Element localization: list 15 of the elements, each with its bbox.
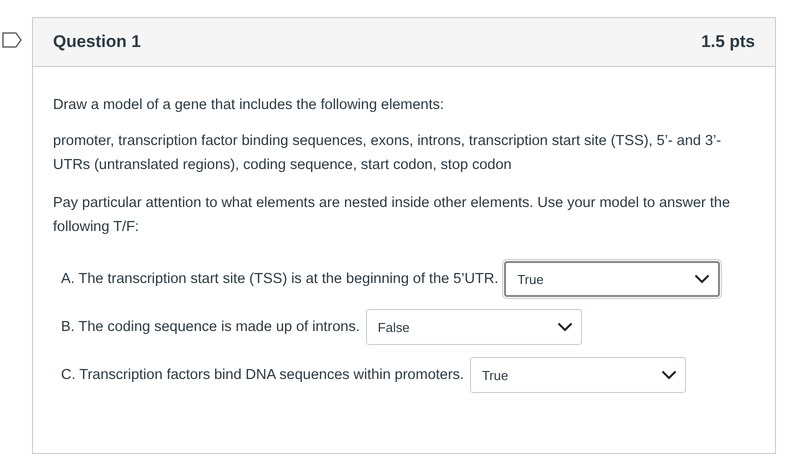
chevron-down-icon [660,370,677,380]
statement-text: C. Transcription factors bind DNA sequences within promoters. [61,367,464,383]
question-title: Question 1 [53,32,141,52]
answer-dropdown[interactable]: True [504,261,720,297]
answer-dropdown[interactable]: True [470,357,686,393]
points-label: 1.5 pts [701,32,755,52]
answer-dropdown[interactable]: False [366,309,582,345]
question-text: promoter, transcription factor binding sequences, exons, introns, transcription start site (TSS), 5’- and 3’-UTRs (untranslated regions), coding sequence, start codon, stop codon [53,132,722,175]
chevron-down-icon [694,274,710,284]
statement-text: A. The transcription start site (TSS) is at the beginning of the 5’UTR. [61,271,498,287]
question-text: Draw a model of a gene that includes the following elements: [53,96,445,115]
question-text: Pay particular attention to what elements are nested inside other elements. Use your model to answer the following T/F: [53,194,732,237]
chevron-down-icon [556,322,573,332]
bookmark-icon[interactable] [2,32,22,48]
statement-text: B. The coding sequence is made up of introns. [61,319,360,335]
